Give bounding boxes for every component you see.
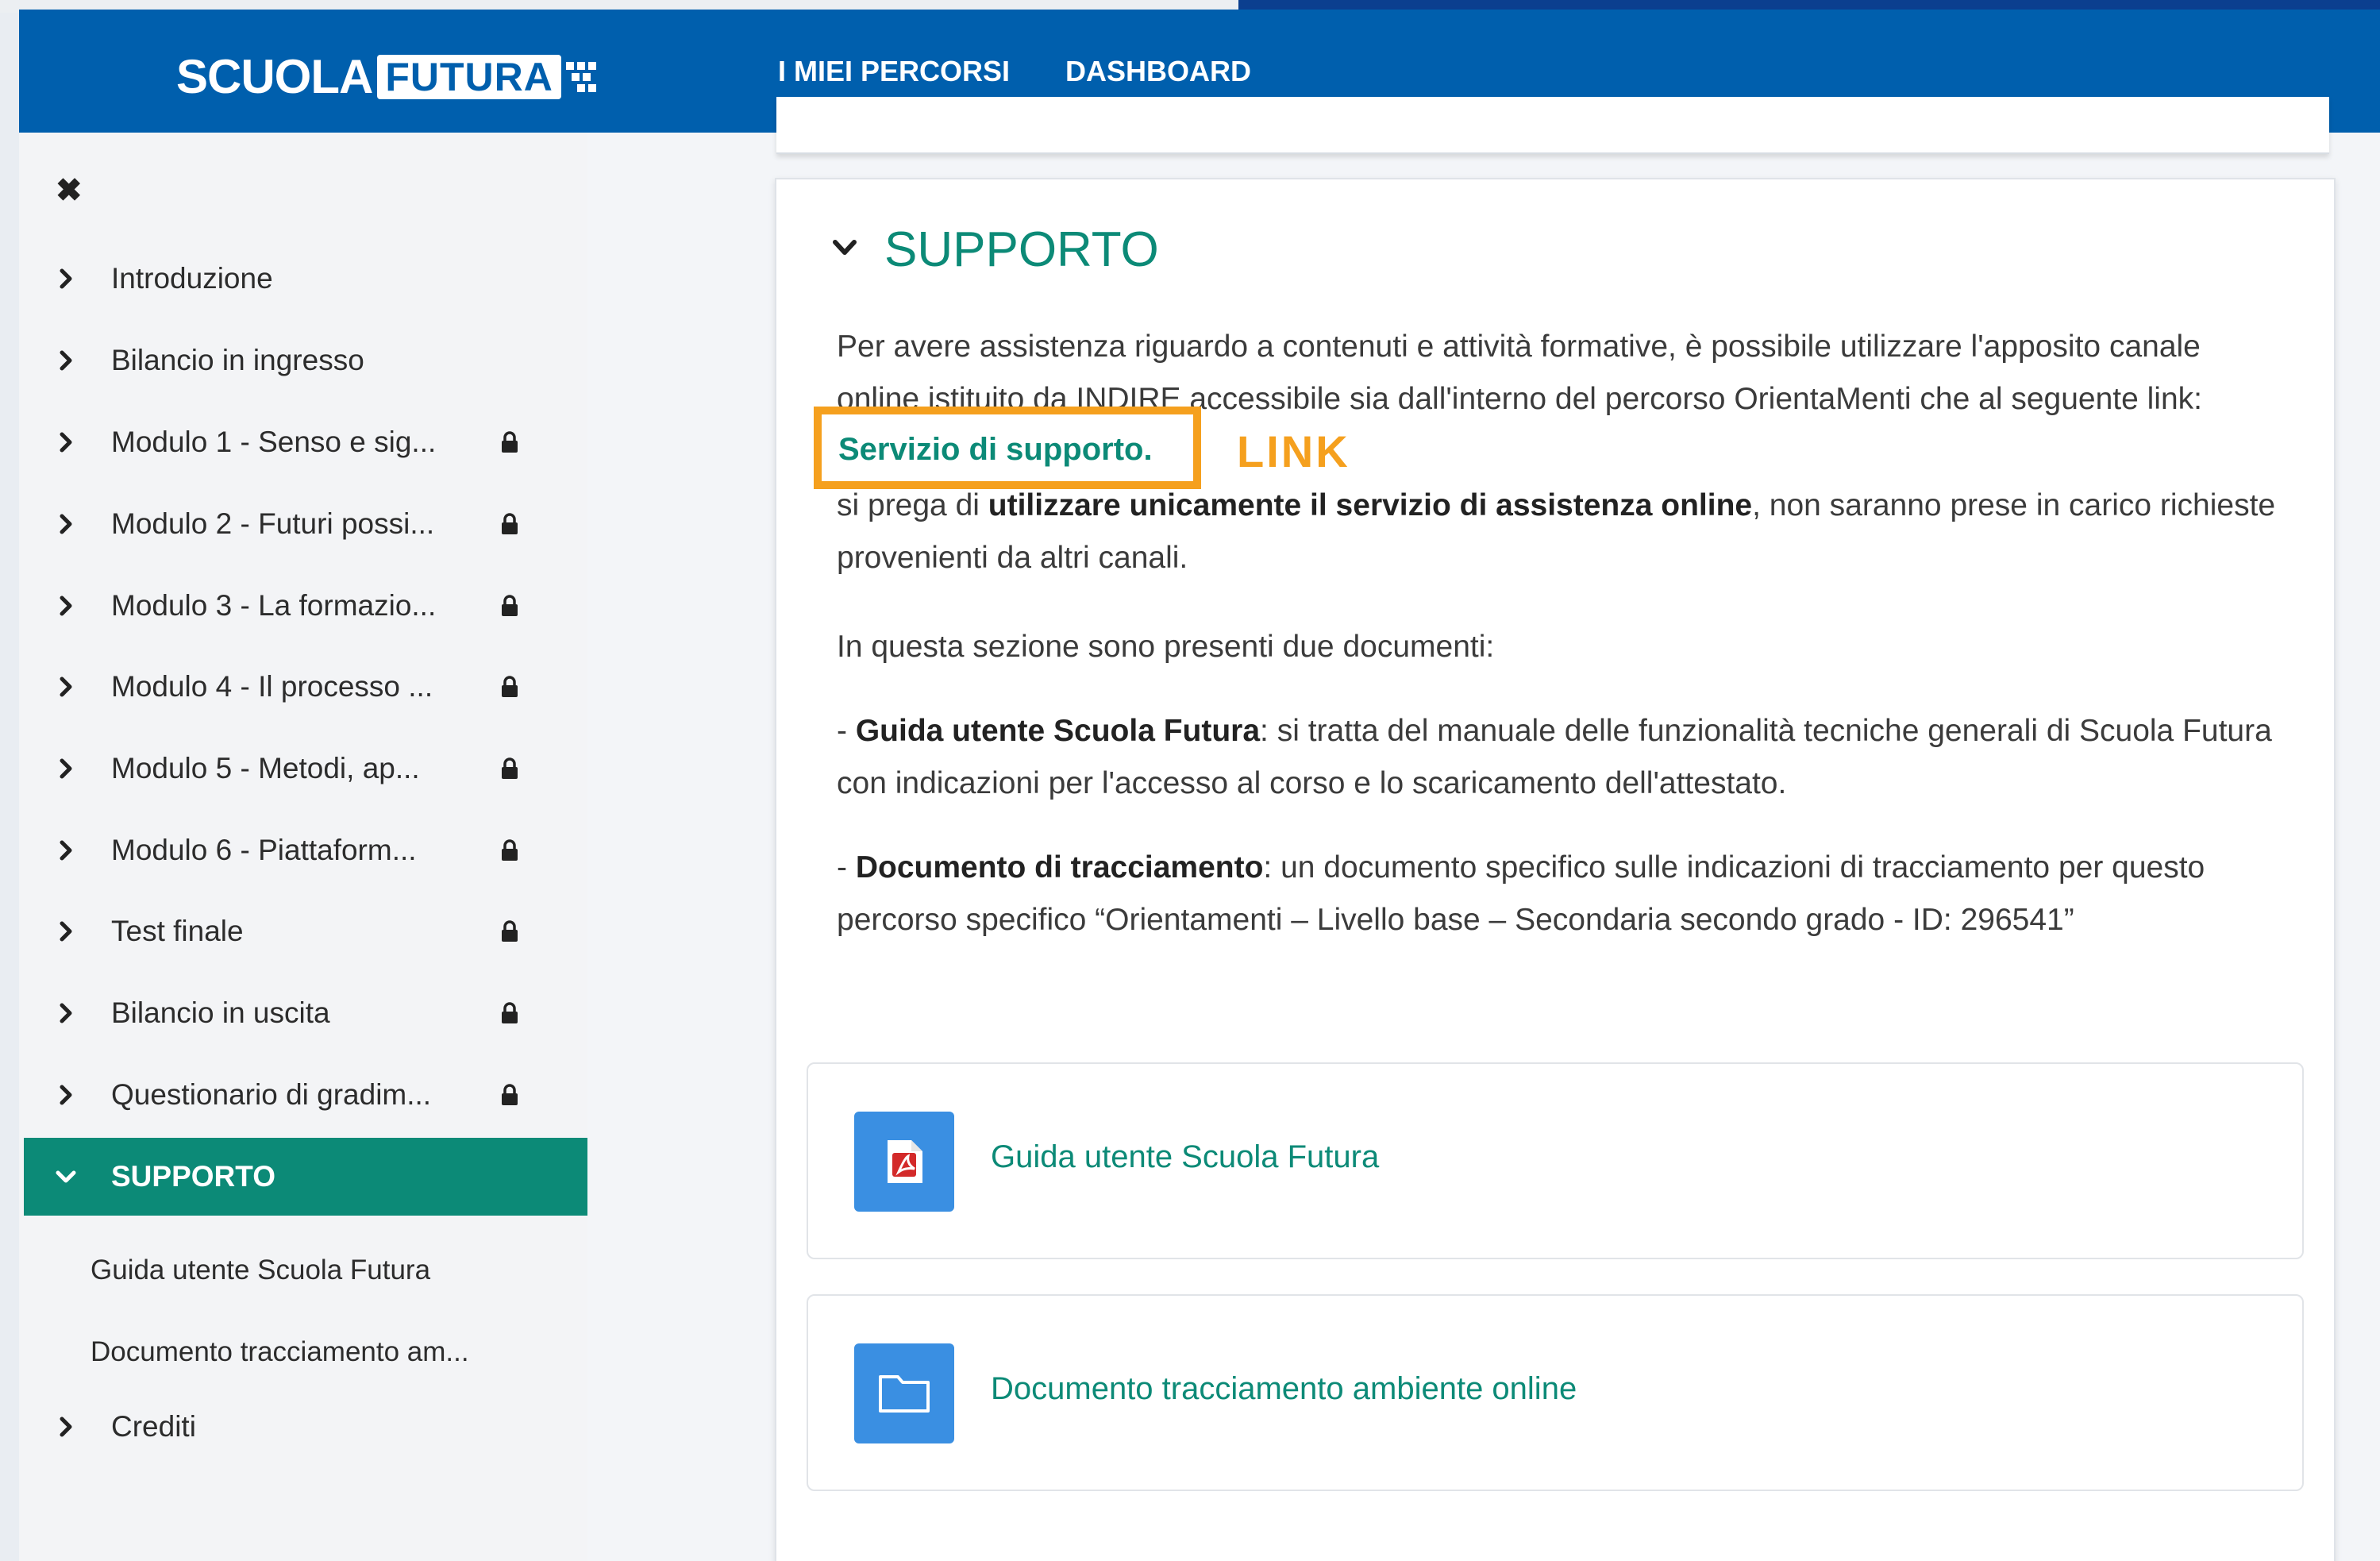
- sidebar-item-label: Modulo 3 - La formazio...: [111, 589, 437, 622]
- warning-bold: utilizzare unicamente il servizio di ass…: [988, 488, 1753, 522]
- doc2-title: Documento di tracciamento: [855, 850, 1264, 885]
- course-index-sidebar: ✖ Introduzione Bilancio in ingresso Modulo…: [19, 133, 587, 1561]
- sidebar-item-label: Modulo 4 - Il processo ...: [111, 670, 433, 703]
- sidebar-item[interactable]: Modulo 1 - Senso e sig...: [24, 403, 587, 481]
- pdf-icon: [854, 1112, 954, 1212]
- sidebar-item[interactable]: Modulo 3 - La formazio...: [24, 567, 587, 645]
- chevron-right-icon[interactable]: [54, 430, 78, 454]
- sidebar-item-label: SUPPORTO: [111, 1160, 275, 1193]
- chevron-right-icon[interactable]: [54, 838, 78, 862]
- sidebar-item[interactable]: Modulo 2 - Futuri possi...: [24, 485, 587, 563]
- folder-icon: [854, 1343, 954, 1443]
- support-service-link[interactable]: Servizio di supporto.: [838, 432, 1153, 468]
- logo-text-scuola: SCUOLA: [176, 50, 373, 103]
- chevron-right-icon[interactable]: [54, 512, 78, 536]
- link-annotation-label: LINK: [1237, 426, 1350, 476]
- sidebar-item[interactable]: Test finale: [24, 892, 587, 970]
- sidebar-item-label: Introduzione: [111, 262, 273, 295]
- lock-icon: [502, 595, 518, 616]
- doc1-title: Guida utente Scuola Futura: [855, 714, 1261, 748]
- chevron-right-icon[interactable]: [54, 757, 78, 780]
- sidebar-item[interactable]: SUPPORTO: [24, 1138, 587, 1216]
- logo-pixel-mark: [565, 59, 598, 95]
- resource-label: Guida utente Scuola Futura: [991, 1139, 1380, 1174]
- chevron-right-icon[interactable]: [54, 594, 78, 618]
- chevron-down-icon[interactable]: [54, 1165, 78, 1189]
- collapse-chevron-icon[interactable]: [829, 232, 861, 264]
- intro-line-1: Per avere assistenza riguardo a contenut…: [837, 330, 2201, 364]
- chevron-right-icon[interactable]: [54, 349, 78, 372]
- chevron-right-icon[interactable]: [54, 1083, 78, 1107]
- sidebar-item[interactable]: Introduzione: [24, 240, 587, 318]
- sidebar-item-label: Modulo 5 - Metodi, ap...: [111, 752, 420, 784]
- sidebar-subitem[interactable]: Documento tracciamento am...: [91, 1336, 469, 1368]
- chevron-right-icon[interactable]: [54, 919, 78, 943]
- resource-guida-utente[interactable]: Guida utente Scuola Futura: [807, 1062, 2304, 1259]
- sidebar-item-label: Modulo 6 - Piattaform...: [111, 834, 417, 866]
- documents-intro: In questa sezione sono presenti due docu…: [837, 630, 1495, 664]
- chevron-right-icon[interactable]: [54, 1001, 78, 1025]
- resource-documento-tracciamento[interactable]: Documento tracciamento ambiente online: [807, 1294, 2304, 1491]
- lock-icon: [502, 839, 518, 861]
- lock-icon: [502, 757, 518, 779]
- sidebar-item-label: Modulo 1 - Senso e sig...: [111, 426, 437, 458]
- sidebar-item[interactable]: Modulo 5 - Metodi, ap...: [24, 730, 587, 807]
- warning-lead: si prega di: [837, 488, 980, 522]
- resource-label: Documento tracciamento ambiente online: [991, 1371, 1577, 1406]
- lock-icon: [502, 1084, 518, 1105]
- logo-text-futura: FUTURA: [377, 55, 561, 99]
- lock-icon: [502, 676, 518, 697]
- sidebar-item-label: Test finale: [111, 915, 244, 947]
- sidebar-item[interactable]: Questionario di gradim...: [24, 1056, 587, 1134]
- doc2-prefix: -: [837, 850, 856, 885]
- document-2-description: - Documento di tracciamento: un document…: [837, 842, 2297, 946]
- document-1-description: - Guida utente Scuola Futura: si tratta …: [837, 705, 2297, 810]
- sidebar-subitem[interactable]: Guida utente Scuola Futura: [91, 1255, 430, 1286]
- chevron-right-icon[interactable]: [54, 1415, 78, 1439]
- app-window: SCUOLA FUTURA I MIEI PERCORSI DASHBOARD …: [19, 10, 2380, 1561]
- chevron-right-icon[interactable]: [54, 267, 78, 291]
- scuola-futura-logo[interactable]: SCUOLA FUTURA: [176, 49, 598, 105]
- warning-paragraph: si prega di utilizzare unicamente il ser…: [837, 480, 2297, 584]
- sidebar-item-label: Questionario di gradim...: [111, 1078, 432, 1111]
- sidebar-item-label: Crediti: [111, 1410, 196, 1443]
- sidebar-item-label: Modulo 2 - Futuri possi...: [111, 507, 435, 540]
- sidebar-item[interactable]: Crediti: [24, 1388, 587, 1466]
- sidebar-item[interactable]: Modulo 6 - Piattaform...: [24, 811, 587, 889]
- lock-icon: [502, 431, 518, 453]
- sidebar-item[interactable]: Bilancio in ingresso: [24, 322, 587, 399]
- sidebar-item-label: Bilancio in ingresso: [111, 344, 364, 376]
- lock-icon: [502, 1002, 518, 1023]
- close-icon[interactable]: ✖: [56, 172, 83, 209]
- doc1-prefix: -: [837, 714, 856, 748]
- chevron-right-icon[interactable]: [54, 675, 78, 699]
- lock-icon: [502, 513, 518, 534]
- previous-section-card: [776, 97, 2329, 154]
- sidebar-item-label: Bilancio in uscita: [111, 996, 330, 1029]
- sidebar-item[interactable]: Bilancio in uscita: [24, 974, 587, 1052]
- lock-icon: [502, 920, 518, 942]
- section-title: SUPPORTO: [884, 222, 1159, 277]
- sidebar-item[interactable]: Modulo 4 - Il processo ...: [24, 648, 587, 726]
